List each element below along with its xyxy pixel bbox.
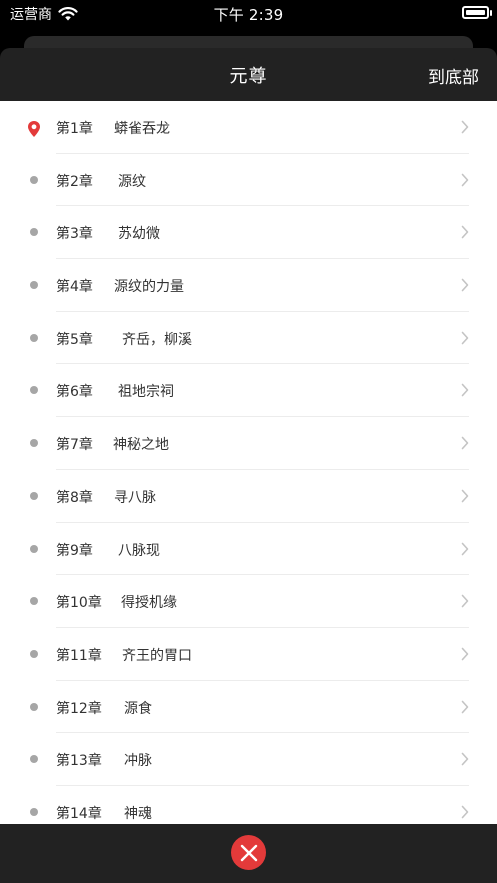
chapter-title: 苏幼微 xyxy=(118,226,160,243)
dot-icon xyxy=(30,755,38,764)
chevron-right-icon xyxy=(461,436,469,450)
close-button[interactable] xyxy=(231,835,266,870)
chapter-row[interactable]: 第4章 源纹的力量 xyxy=(0,259,497,312)
chapter-row[interactable]: 第5章 齐岳，柳溪 xyxy=(0,312,497,365)
bottom-bar xyxy=(0,824,497,883)
status-time: 下午 2:39 xyxy=(213,5,284,24)
chapter-number: 第13章 xyxy=(56,753,102,770)
chapter-number: 第10章 xyxy=(56,595,102,612)
dot-icon xyxy=(30,228,38,237)
chapter-row[interactable]: 第14章 神魂 xyxy=(0,786,497,824)
chapter-title: 祖地宗祠 xyxy=(118,384,174,401)
chevron-right-icon xyxy=(461,226,469,239)
chapter-row[interactable]: 第12章 源食 xyxy=(0,681,497,734)
chevron-right-icon xyxy=(461,120,469,134)
chevron-right-icon xyxy=(461,542,469,555)
chapter-number: 第4章 xyxy=(56,279,93,296)
chevron-right-icon xyxy=(461,700,469,713)
chapter-row[interactable]: 第10章 得授机缘 xyxy=(0,575,497,628)
chapter-title: 冲脉 xyxy=(124,753,152,770)
battery-fill xyxy=(466,10,485,15)
chevron-right-icon xyxy=(461,594,469,608)
chapter-row[interactable]: 第8章 寻八脉 xyxy=(0,470,497,523)
chapter-title: 齐岳，柳溪 xyxy=(122,331,192,348)
chevron-right-icon xyxy=(461,173,469,186)
chevron-right-icon xyxy=(461,384,469,397)
chapter-number: 第9章 xyxy=(56,542,93,559)
chapter-title: 八脉现 xyxy=(118,542,160,559)
chapter-title: 神魂 xyxy=(124,805,152,822)
chapter-row[interactable]: 第11章 齐王的胃口 xyxy=(0,628,497,681)
dot-icon xyxy=(30,597,38,606)
dot-icon xyxy=(30,386,38,395)
chevron-right-icon xyxy=(461,752,469,766)
chapter-number: 第11章 xyxy=(56,647,102,664)
dot-icon xyxy=(30,175,38,184)
chapter-number: 第5章 xyxy=(56,331,93,348)
chevron-right-icon xyxy=(461,489,469,503)
chapter-row[interactable]: 第7章 神秘之地 xyxy=(0,417,497,470)
chapter-list[interactable]: 第1章 蟒雀吞龙第2章 源纹第3章 苏幼微第4章 源纹的力量第5章 齐岳，柳溪第6章 祖地宗… xyxy=(0,101,497,824)
dot-icon xyxy=(30,702,38,711)
chevron-right-icon xyxy=(461,331,469,345)
page-title: 元尊 xyxy=(229,66,268,87)
chapter-number: 第1章 xyxy=(56,121,93,137)
chapter-title: 蟒雀吞龙 xyxy=(114,121,170,137)
chevron-right-icon xyxy=(461,647,469,661)
chapter-title: 源食 xyxy=(124,700,152,717)
chapter-row[interactable]: 第9章 八脉现 xyxy=(0,523,497,576)
chapter-number: 第3章 xyxy=(56,226,93,243)
chapter-row[interactable]: 第13章 冲脉 xyxy=(0,733,497,786)
status-bar: 运营商 下午 2:39 xyxy=(0,0,497,28)
chapter-number: 第2章 xyxy=(56,173,93,190)
dot-icon xyxy=(30,491,38,500)
dot-icon xyxy=(30,281,38,290)
battery-cap xyxy=(490,10,492,16)
chapter-title: 神秘之地 xyxy=(113,437,169,454)
chapter-row[interactable]: 第1章 蟒雀吞龙 xyxy=(0,101,497,154)
chapter-row[interactable]: 第3章 苏幼微 xyxy=(0,206,497,260)
chapter-number: 第14章 xyxy=(56,805,102,822)
scroll-to-bottom-button[interactable]: 到底部 xyxy=(428,63,479,88)
chevron-right-icon xyxy=(461,278,469,292)
chapter-list-header: 元尊 到底部 xyxy=(0,48,497,101)
battery-icon xyxy=(462,6,489,19)
dot-icon xyxy=(30,807,38,816)
dot-icon xyxy=(30,439,38,448)
location-pin-icon xyxy=(28,121,40,137)
chevron-right-icon xyxy=(461,805,469,819)
chapter-title: 得授机缘 xyxy=(121,595,177,612)
chapter-number: 第12章 xyxy=(56,700,102,717)
chapter-title: 源纹的力量 xyxy=(114,279,184,296)
chapter-row[interactable]: 第2章 源纹 xyxy=(0,154,497,207)
dot-icon xyxy=(30,544,38,553)
chapter-row[interactable]: 第6章 祖地宗祠 xyxy=(0,364,497,418)
chapter-number: 第6章 xyxy=(56,384,93,401)
dot-icon xyxy=(30,333,38,342)
close-icon xyxy=(240,844,257,861)
chapter-title: 源纹 xyxy=(118,173,146,190)
dot-icon xyxy=(30,649,38,658)
chapter-title: 齐王的胃口 xyxy=(122,647,192,664)
chapter-number: 第7章 xyxy=(56,437,93,454)
chapter-title: 寻八脉 xyxy=(114,489,156,506)
chapter-number: 第8章 xyxy=(56,489,93,506)
